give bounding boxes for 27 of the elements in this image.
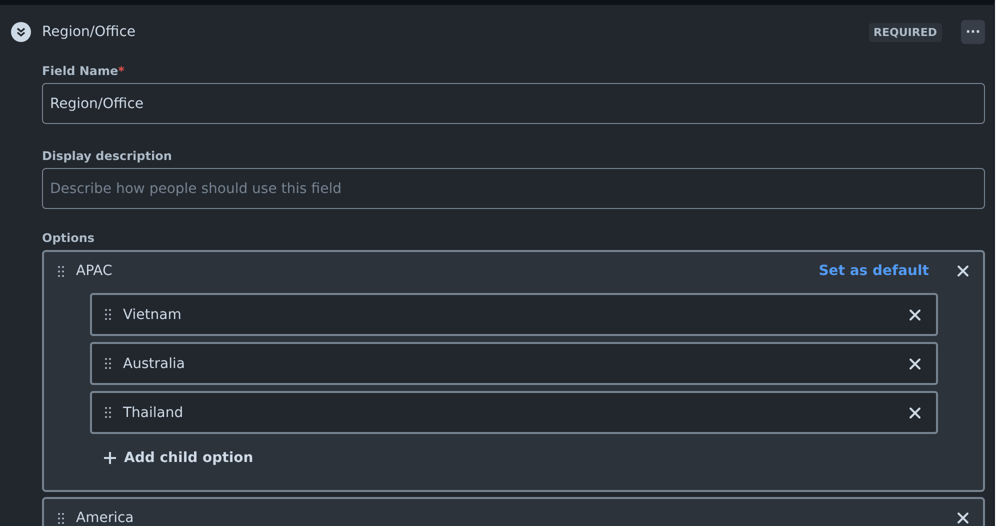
field-label: Options: [42, 231, 96, 245]
add-child-option-button[interactable]: Add child option: [104, 446, 254, 470]
required-badge: REQUIRED: [868, 22, 942, 42]
option-label: Vietnam: [123, 306, 182, 322]
drag-handle-icon[interactable]: [58, 512, 64, 524]
close-icon[interactable]: [909, 406, 921, 418]
plus-icon: [104, 452, 116, 464]
drag-handle-icon[interactable]: [105, 309, 111, 320]
option-label: Thailand: [123, 404, 184, 420]
collapse-icon[interactable]: [11, 22, 31, 42]
more-options-button[interactable]: ···: [961, 20, 985, 44]
option-label: Australia: [123, 356, 186, 372]
set-default-link[interactable]: Set as default: [818, 263, 929, 279]
close-icon[interactable]: [909, 308, 921, 320]
field-title: Region/Office: [42, 24, 137, 40]
drag-handle-icon[interactable]: [105, 407, 111, 418]
field-label: Field Name*: [42, 64, 126, 78]
field-label: Display description: [42, 149, 173, 163]
option-label: APAC: [76, 263, 114, 279]
input-field[interactable]: Region/Office: [42, 83, 985, 124]
option-label: America: [76, 510, 135, 526]
drag-handle-icon[interactable]: [58, 266, 64, 276]
input-field[interactable]: Describe how people should use this field: [42, 168, 985, 209]
close-icon[interactable]: [957, 512, 969, 524]
close-icon[interactable]: [909, 358, 921, 370]
close-icon[interactable]: [957, 265, 969, 277]
drag-handle-icon[interactable]: [105, 358, 111, 369]
